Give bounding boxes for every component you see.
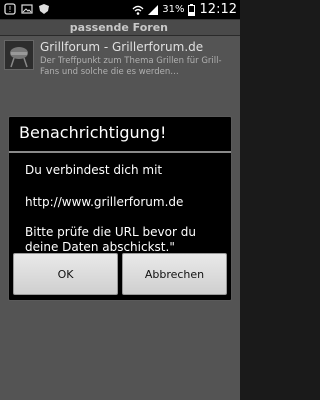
dialog-warning: Bitte prüfe die URL bevor du deine Daten… (25, 225, 196, 254)
cancel-button[interactable]: Abbrechen (122, 253, 227, 295)
list-item-description: Der Treffpunkt zum Thema Grillen für Gri… (40, 56, 222, 77)
dialog-divider (9, 151, 231, 153)
svg-text:!: ! (8, 5, 11, 14)
wifi-icon (132, 5, 144, 15)
header-title: passende Foren (69, 21, 168, 34)
app-header: passende Foren (0, 19, 240, 36)
dialog-url: http://www.grillerforum.de (25, 195, 184, 209)
image-icon (21, 4, 33, 14)
notification-icon: ! (4, 3, 16, 15)
dialog-message: Du verbindest dich mit (25, 163, 163, 177)
shield-icon (39, 4, 49, 14)
dialog-title: Benachrichtigung! (19, 123, 167, 142)
list-item[interactable]: Grillforum - Grillerforum.de Der Treffpu… (0, 36, 240, 80)
battery-percent: 31% (162, 4, 185, 15)
clock: 12:12 (199, 2, 237, 17)
ok-button[interactable]: OK (13, 253, 118, 295)
notification-dialog: Benachrichtigung! Du verbindest dich mit… (8, 116, 232, 301)
grill-thumbnail-icon (4, 40, 34, 70)
dialog-button-bar: OK Abbrechen (13, 253, 227, 295)
status-bar: ! 31% 12:12 (0, 0, 240, 19)
signal-icon (148, 4, 159, 15)
battery-icon (187, 3, 195, 16)
list-item-title: Grillforum - Grillerforum.de (40, 40, 204, 54)
